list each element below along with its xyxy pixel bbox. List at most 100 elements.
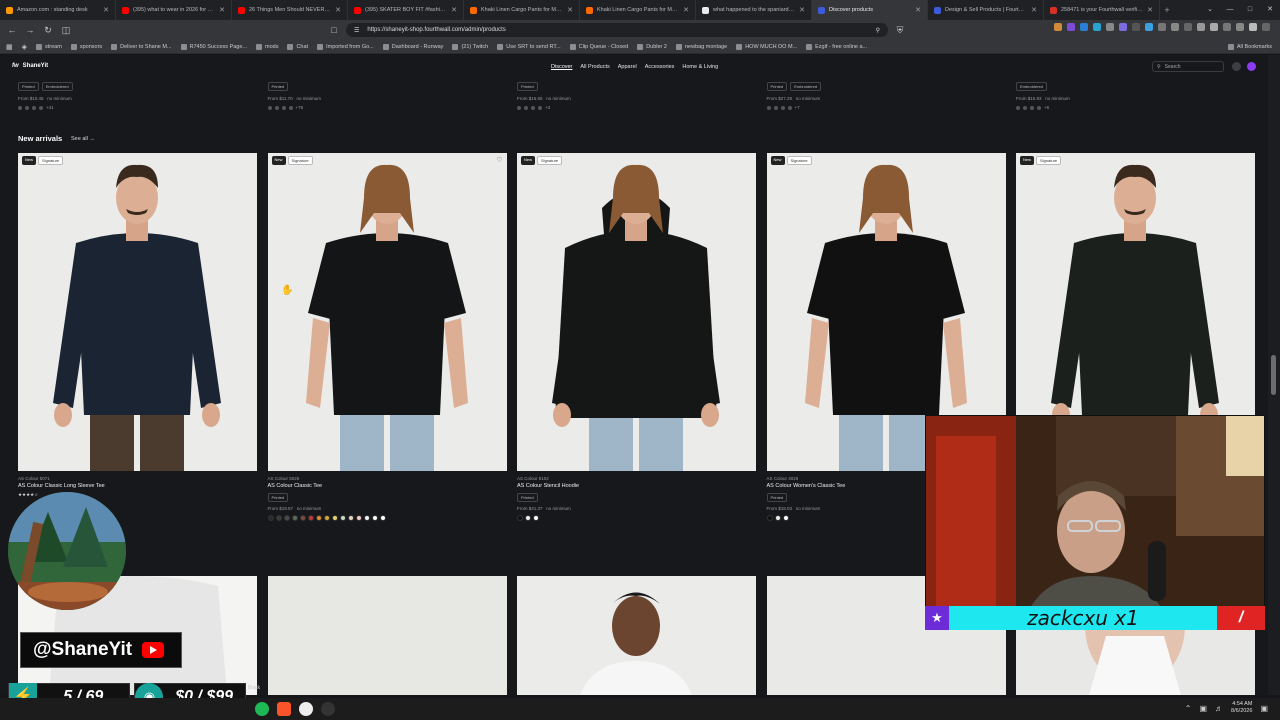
product-card[interactable] <box>517 576 756 695</box>
site-nav-link[interactable]: Discover <box>551 64 572 70</box>
app-icon-spotify[interactable] <box>255 702 269 716</box>
bookmark-item[interactable]: Dubler 2 <box>637 43 667 50</box>
close-window-button[interactable]: ✕ <box>1260 0 1280 20</box>
previous-product-meta[interactable]: Printed Embroidered From $10.45 no minimum… <box>18 82 73 110</box>
maximize-button[interactable]: □ <box>1240 0 1260 20</box>
color-swatch[interactable] <box>774 515 781 521</box>
extension-icon[interactable] <box>1249 23 1257 31</box>
product-image[interactable]: New Signature ♡ <box>267 153 507 471</box>
app-icon-xbox[interactable] <box>299 702 313 716</box>
back-icon[interactable]: ← <box>6 25 18 35</box>
browser-tab[interactable]: 258471 is your Fourthwall verificat... ✕ <box>1044 0 1160 20</box>
tab-search-icon[interactable]: ⌄ <box>1200 0 1220 20</box>
product-image[interactable] <box>267 576 507 695</box>
color-swatch[interactable] <box>315 515 322 521</box>
close-tab-icon[interactable]: ✕ <box>335 6 341 14</box>
browser-tab[interactable]: Discover products ✕ <box>812 0 928 20</box>
bookmark-item[interactable]: Dashboard - Runway <box>382 43 443 50</box>
bookmark-item[interactable]: (21) Twitch <box>452 43 488 50</box>
extension-icon[interactable] <box>1145 23 1153 31</box>
extension-icon[interactable] <box>1106 23 1114 31</box>
address-url[interactable]: https://shaneyit-shop.fourthwall.com/adm… <box>367 27 867 33</box>
site-brand[interactable]: fw ShaneYit <box>12 63 48 69</box>
color-swatch[interactable] <box>299 515 306 521</box>
previous-product-meta[interactable]: Printed From $11.70 no minimum +76 <box>267 82 321 110</box>
volume-icon[interactable]: ♬ <box>1215 704 1223 713</box>
notifications-icon[interactable]: ▣ <box>1260 704 1268 713</box>
site-search-input[interactable]: ⚲ Search <box>1152 61 1224 72</box>
app-icon-obs[interactable] <box>321 702 335 716</box>
extension-icon[interactable] <box>1067 23 1075 31</box>
bookmark-item[interactable]: HOW MUCH DO M... <box>736 43 797 50</box>
product-image[interactable] <box>517 576 756 695</box>
extension-icon[interactable] <box>1080 23 1088 31</box>
product-image[interactable]: New Signature <box>18 153 257 471</box>
favorite-heart-icon[interactable]: ♡ <box>496 156 502 164</box>
color-swatch[interactable] <box>379 515 386 521</box>
close-tab-icon[interactable]: ✕ <box>1147 6 1153 14</box>
close-tab-icon[interactable]: ✕ <box>103 6 109 14</box>
extension-icon[interactable] <box>1197 23 1205 31</box>
bookmark-item[interactable]: newbag montage <box>675 43 727 50</box>
color-swatch[interactable] <box>533 515 539 521</box>
close-tab-icon[interactable]: ✕ <box>799 6 805 14</box>
product-name[interactable]: AS Colour Stencil Hoodie <box>517 483 756 489</box>
browser-tab[interactable]: (395) SKATER BOY FIT #fashion... ✕ <box>348 0 464 20</box>
sidebar-icon[interactable]: ◫ <box>60 25 72 36</box>
site-nav-link[interactable]: Accessories <box>645 64 675 70</box>
address-bar[interactable]: ☰ https://shaneyit-shop.fourthwall.com/a… <box>346 23 888 37</box>
product-name[interactable]: AS Colour Classic Long Sleeve Tee <box>18 483 257 489</box>
close-tab-icon[interactable]: ✕ <box>915 6 921 14</box>
bookmark-item[interactable]: Use SRT to send RT... <box>497 43 561 50</box>
browser-tab[interactable]: Design & Sell Products | Fourthw... ✕ <box>928 0 1044 20</box>
color-swatch[interactable] <box>371 515 378 521</box>
extension-icon[interactable] <box>1223 23 1231 31</box>
clock[interactable]: 4:54 AM 8/6/2026 <box>1231 701 1252 715</box>
color-swatch[interactable] <box>355 515 362 521</box>
close-tab-icon[interactable]: ✕ <box>683 6 689 14</box>
product-card[interactable]: New Signature AS Colour 5102 AS Colour Sten… <box>517 153 756 521</box>
see-all-link[interactable]: See all → <box>71 136 95 142</box>
site-nav-link[interactable]: Apparel <box>618 64 637 70</box>
product-card[interactable]: New Signature ♡ AS Colour 5026 AS Colour Cla… <box>267 153 507 521</box>
minimize-button[interactable]: — <box>1220 0 1240 20</box>
color-swatch[interactable] <box>347 515 354 521</box>
color-swatch[interactable] <box>525 515 531 521</box>
forward-icon[interactable]: → <box>24 25 36 35</box>
extension-icon[interactable] <box>1119 23 1127 31</box>
extension-icon[interactable] <box>1236 23 1244 31</box>
all-bookmarks[interactable]: All Bookmarks <box>1227 43 1272 50</box>
color-swatch[interactable] <box>275 515 282 521</box>
new-tab-button[interactable]: + <box>1160 5 1174 15</box>
extension-icon[interactable] <box>1210 23 1218 31</box>
bookmark-item[interactable]: mods <box>256 43 278 50</box>
extension-icon[interactable] <box>1093 23 1101 31</box>
color-swatch[interactable] <box>307 515 314 521</box>
color-swatch[interactable] <box>283 515 290 521</box>
close-tab-icon[interactable]: ✕ <box>567 6 573 14</box>
close-tab-icon[interactable]: ✕ <box>219 6 225 14</box>
zoom-icon[interactable]: ⚲ <box>876 27 880 34</box>
product-image[interactable]: New Signature <box>517 153 756 471</box>
previous-product-meta[interactable]: Embroidered From $15.93 no minimum +6 <box>1016 82 1070 110</box>
color-swatch[interactable] <box>363 515 370 521</box>
color-swatch[interactable] <box>339 515 346 521</box>
close-tab-icon[interactable]: ✕ <box>1031 6 1037 14</box>
bookmark-icon[interactable]: ◈ <box>22 43 27 51</box>
apps-icon[interactable]: ▦ <box>6 43 13 51</box>
browser-tab[interactable]: (395) what to wear in 2026 for a ... ✕ <box>116 0 232 20</box>
browser-tab[interactable]: Khaki Linen Cargo Pants for Men 2... ✕ <box>580 0 696 20</box>
extension-icon[interactable] <box>1184 23 1192 31</box>
app-icon-brave[interactable] <box>277 702 291 716</box>
product-card[interactable]: New Signature AS Colour 5071 AS Colour Clas… <box>18 153 257 498</box>
extension-icon[interactable] <box>1171 23 1179 31</box>
reload-icon[interactable]: ↻ <box>42 25 54 36</box>
close-tab-icon[interactable]: ✕ <box>451 6 457 14</box>
product-name[interactable]: AS Colour Classic Tee <box>268 483 507 489</box>
previous-product-meta[interactable]: Printed Embroidered From $27.29 no minimum… <box>766 82 822 110</box>
bookmark-item[interactable]: sponsors <box>70 43 102 50</box>
extension-icon[interactable] <box>1132 23 1140 31</box>
avatar[interactable] <box>1247 62 1256 71</box>
bookmark-item[interactable]: Imported from Go... <box>317 43 374 50</box>
extension-icon[interactable] <box>1054 23 1062 31</box>
